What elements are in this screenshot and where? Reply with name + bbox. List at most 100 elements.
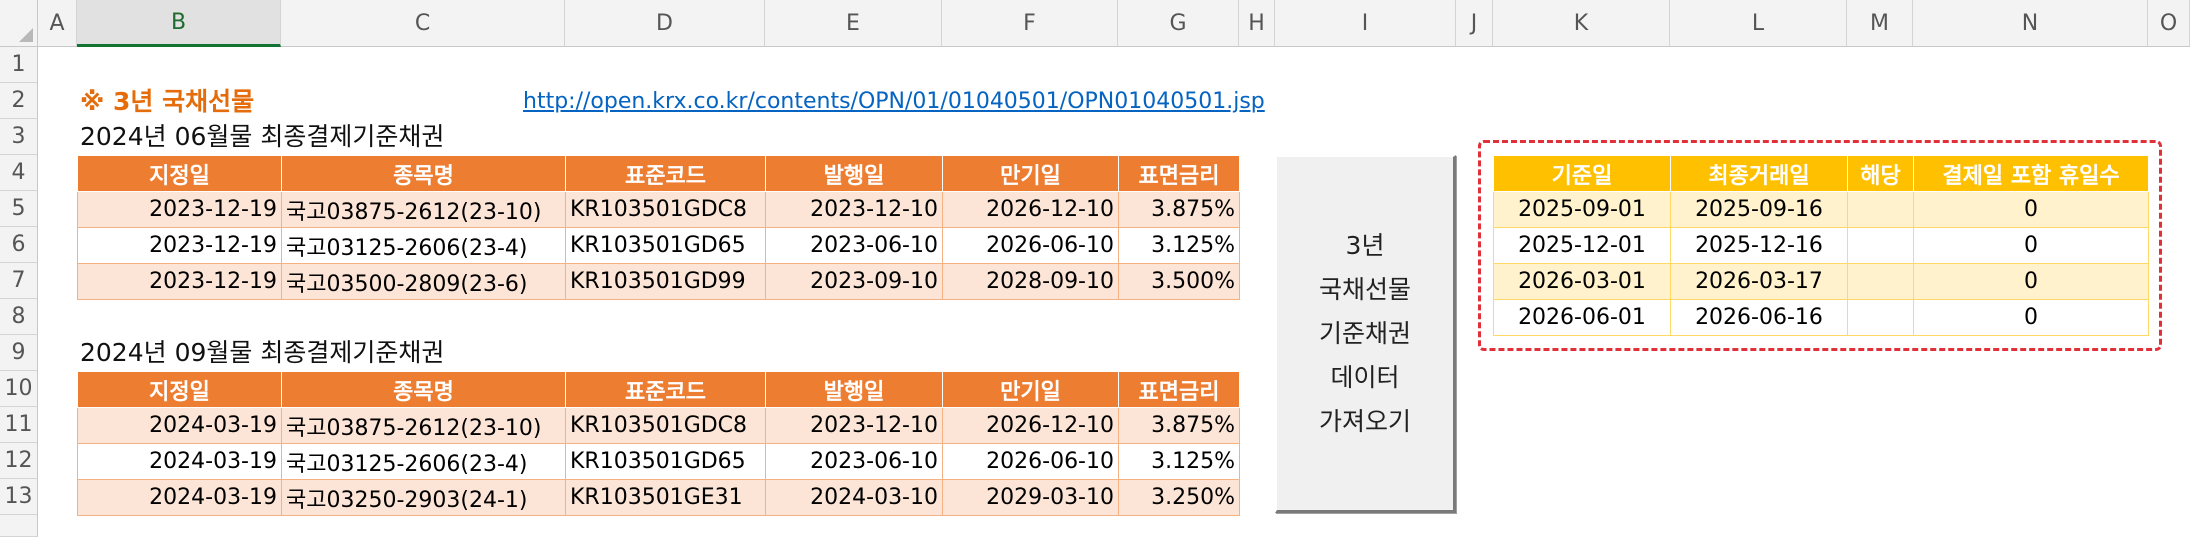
- row-header-11[interactable]: 11: [0, 407, 38, 443]
- cell[interactable]: 2026-06-16: [1670, 299, 1848, 336]
- section2-title: 2024년 09월물 최종결제기준채권: [80, 338, 445, 367]
- cell[interactable]: 2026-03-17: [1670, 263, 1848, 300]
- column-header-d[interactable]: D: [565, 0, 765, 47]
- header-maturity-date: 만기일: [942, 371, 1119, 408]
- cell[interactable]: 3.500%: [1118, 263, 1240, 300]
- cell[interactable]: 국고03250-2903(24-1): [281, 479, 566, 516]
- cell[interactable]: 3.875%: [1118, 407, 1240, 444]
- cell[interactable]: KR103501GDC8: [565, 191, 766, 228]
- trading-dates-table: 기준일 최종거래일 해당 결제일 포함 휴일수 2025-09-01 2025-…: [1493, 155, 2149, 336]
- column-header-a[interactable]: A: [38, 0, 77, 47]
- table-row: 2024-03-19 국고03250-2903(24-1) KR103501GE…: [77, 479, 1240, 516]
- cell[interactable]: 2025-09-16: [1670, 191, 1848, 228]
- cell[interactable]: [1847, 263, 1914, 300]
- table-row: 2026-06-01 2026-06-16 0: [1493, 299, 2149, 336]
- header-issue-date: 발행일: [765, 155, 943, 192]
- cell[interactable]: KR103501GD65: [565, 443, 766, 480]
- header-holiday-count: 결제일 포함 휴일수: [1913, 155, 2149, 192]
- cell[interactable]: 2023-12-19: [77, 227, 282, 264]
- column-header-o[interactable]: O: [2148, 0, 2190, 47]
- column-header-g[interactable]: G: [1118, 0, 1239, 47]
- cell[interactable]: 2023-12-10: [765, 407, 943, 444]
- cell[interactable]: KR103501GE31: [565, 479, 766, 516]
- cell[interactable]: 2024-03-19: [77, 479, 282, 516]
- cell[interactable]: KR103501GDC8: [565, 407, 766, 444]
- cell[interactable]: 2023-12-19: [77, 191, 282, 228]
- cell[interactable]: 국고03125-2606(23-4): [281, 443, 566, 480]
- cell[interactable]: KR103501GD65: [565, 227, 766, 264]
- cell[interactable]: 2026-06-10: [942, 443, 1119, 480]
- cell[interactable]: 2023-06-10: [765, 227, 943, 264]
- cell[interactable]: 2023-12-19: [77, 263, 282, 300]
- row-header-12[interactable]: 12: [0, 443, 38, 479]
- cell[interactable]: 2026-06-01: [1493, 299, 1671, 336]
- table-row: 2023-12-19 국고03125-2606(23-4) KR103501GD…: [77, 227, 1240, 264]
- row-header-9[interactable]: 9: [0, 335, 38, 371]
- cell[interactable]: 2024-03-10: [765, 479, 943, 516]
- cell[interactable]: 2024-03-19: [77, 407, 282, 444]
- cell[interactable]: 0: [1913, 263, 2149, 300]
- cell[interactable]: 2025-12-01: [1493, 227, 1671, 264]
- cell[interactable]: 2029-03-10: [942, 479, 1119, 516]
- column-header-h[interactable]: H: [1239, 0, 1275, 47]
- cell[interactable]: 2023-09-10: [765, 263, 943, 300]
- cell[interactable]: 2026-12-10: [942, 407, 1119, 444]
- cell[interactable]: 0: [1913, 227, 2149, 264]
- cell[interactable]: 0: [1913, 191, 2149, 228]
- cell[interactable]: [1847, 299, 1914, 336]
- cell[interactable]: 2025-09-01: [1493, 191, 1671, 228]
- cell[interactable]: [1847, 191, 1914, 228]
- cell[interactable]: [1847, 227, 1914, 264]
- table-row: 2024-03-19 국고03875-2612(23-10) KR103501G…: [77, 407, 1240, 444]
- row-header-14[interactable]: [0, 515, 38, 537]
- cell[interactable]: 2026-06-10: [942, 227, 1119, 264]
- cell[interactable]: 3.250%: [1118, 479, 1240, 516]
- row-header-2[interactable]: 2: [0, 83, 38, 119]
- krx-link[interactable]: http://open.krx.co.kr/contents/OPN/01/01…: [523, 84, 1265, 120]
- cell[interactable]: KR103501GD99: [565, 263, 766, 300]
- button-label-line: 기준채권: [1318, 318, 1411, 348]
- column-header-j[interactable]: J: [1456, 0, 1493, 47]
- cell[interactable]: 국고03500-2809(23-6): [281, 263, 566, 300]
- fetch-bond-data-button[interactable]: 3년 국채선물 기준채권 데이터 가져오기: [1275, 155, 1456, 513]
- row-header-13[interactable]: 13: [0, 479, 38, 515]
- cell[interactable]: 국고03875-2612(23-10): [281, 407, 566, 444]
- column-header-i[interactable]: I: [1275, 0, 1456, 47]
- row-header-7[interactable]: 7: [0, 263, 38, 299]
- cell[interactable]: 3.125%: [1118, 227, 1240, 264]
- column-header-n[interactable]: N: [1913, 0, 2148, 47]
- cell[interactable]: 3.875%: [1118, 191, 1240, 228]
- cell[interactable]: 3.125%: [1118, 443, 1240, 480]
- row-header-3[interactable]: 3: [0, 119, 38, 155]
- button-label-line: 3년: [1345, 230, 1385, 260]
- select-all-corner[interactable]: [0, 0, 38, 47]
- row-header-10[interactable]: 10: [0, 371, 38, 407]
- cell[interactable]: 2028-09-10: [942, 263, 1119, 300]
- column-header-l[interactable]: L: [1670, 0, 1847, 47]
- row-header-4[interactable]: 4: [0, 155, 38, 191]
- column-header-c[interactable]: C: [281, 0, 565, 47]
- row-header-1[interactable]: 1: [0, 47, 38, 83]
- cell[interactable]: 국고03125-2606(23-4): [281, 227, 566, 264]
- column-header-m[interactable]: M: [1847, 0, 1913, 47]
- header-base-date: 기준일: [1493, 155, 1671, 192]
- column-header-b[interactable]: B: [77, 0, 281, 47]
- cell[interactable]: 2023-06-10: [765, 443, 943, 480]
- cell[interactable]: 2025-12-16: [1670, 227, 1848, 264]
- column-header-f[interactable]: F: [942, 0, 1118, 47]
- cell[interactable]: 2023-12-10: [765, 191, 943, 228]
- table-row: 2026-03-01 2026-03-17 0: [1493, 263, 2149, 300]
- table-row: 2023-12-19 국고03500-2809(23-6) KR103501GD…: [77, 263, 1240, 300]
- cell[interactable]: 2026-03-01: [1493, 263, 1671, 300]
- row-header-8[interactable]: 8: [0, 299, 38, 335]
- cell[interactable]: 2026-12-10: [942, 191, 1119, 228]
- cell[interactable]: 2024-03-19: [77, 443, 282, 480]
- header-applicable: 해당: [1847, 155, 1914, 192]
- header-last-trading-date: 최종거래일: [1670, 155, 1848, 192]
- column-header-e[interactable]: E: [765, 0, 942, 47]
- cell[interactable]: 국고03875-2612(23-10): [281, 191, 566, 228]
- column-header-k[interactable]: K: [1493, 0, 1670, 47]
- row-header-6[interactable]: 6: [0, 227, 38, 263]
- cell[interactable]: 0: [1913, 299, 2149, 336]
- row-header-5[interactable]: 5: [0, 191, 38, 227]
